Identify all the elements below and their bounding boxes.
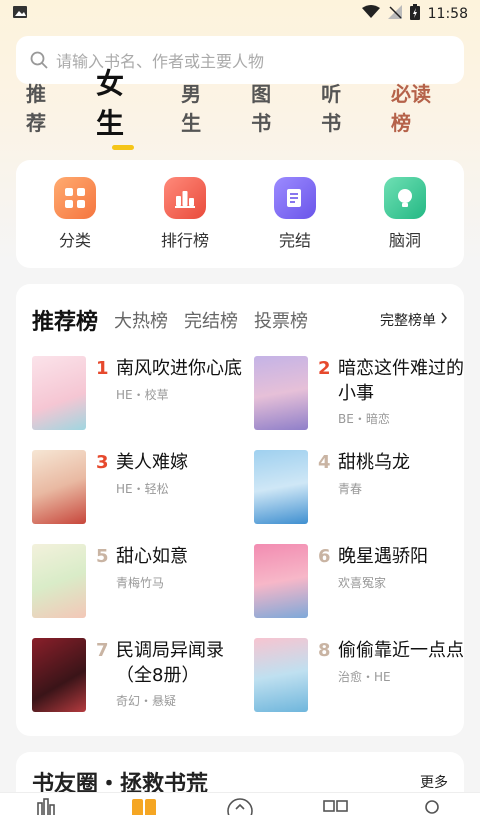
full-ranking-label: 完整榜单 xyxy=(380,313,436,329)
quick-brainstorm-label: 脑洞 xyxy=(388,231,421,250)
rank-tab-vote[interactable]: 投票榜 xyxy=(254,307,308,333)
quick-ranking-label: 排行榜 xyxy=(160,231,209,250)
discover-icon xyxy=(227,797,253,815)
book-tags: 青梅竹马 xyxy=(116,576,165,590)
nav-discover[interactable] xyxy=(225,797,255,815)
no-signal-icon xyxy=(387,5,402,23)
category-icon xyxy=(54,177,96,219)
quick-finished[interactable]: 完结 xyxy=(245,177,345,251)
book-title: 晚星遇骄阳 xyxy=(338,546,428,567)
clock: 11:58 xyxy=(427,6,468,22)
book-cover xyxy=(254,450,308,524)
ranking-card: 推荐榜 大热榜 完结榜 投票榜 完整榜单 1 南风吹进你心底 HE・校草 2 暗… xyxy=(16,284,464,736)
book-item[interactable]: 2 暗恋这件难过的小事 BE・暗恋 xyxy=(254,356,464,432)
book-tags: 欢喜冤家 xyxy=(338,576,387,590)
book-title: 甜桃乌龙 xyxy=(338,452,410,473)
tab-books[interactable]: 图书 xyxy=(251,78,289,156)
book-item[interactable]: 5 甜心如意 青梅竹马 xyxy=(32,544,254,620)
book-tags: 奇幻・悬疑 xyxy=(116,694,177,708)
book-item[interactable]: 6 晚星遇骄阳 欢喜冤家 xyxy=(254,544,454,620)
quick-ranking[interactable]: 排行榜 xyxy=(135,177,235,251)
ranking-tabs: 推荐榜 大热榜 完结榜 投票榜 完整榜单 xyxy=(32,284,448,356)
search-placeholder: 请输入书名、作者或主要人物 xyxy=(56,52,265,71)
bulb-icon xyxy=(384,177,426,219)
profile-icon xyxy=(422,797,442,815)
book-item[interactable]: 7 民调局异闻录（全8册） 奇幻・悬疑 xyxy=(32,638,254,714)
rank-number: 8 xyxy=(318,640,331,661)
battery-icon xyxy=(409,4,420,24)
book-cover xyxy=(254,544,308,618)
full-ranking-link[interactable]: 完整榜单 xyxy=(380,310,448,330)
rank-number: 3 xyxy=(96,452,109,473)
book-tags: 治愈・HE xyxy=(338,670,391,684)
quick-category[interactable]: 分类 xyxy=(25,177,125,251)
nav-profile[interactable] xyxy=(417,797,447,815)
book-title: 民调局异闻录（全8册） xyxy=(116,640,224,686)
book-title: 偷偷靠近一点点 xyxy=(338,640,464,661)
book-cover xyxy=(32,638,86,712)
book-cover xyxy=(32,544,86,618)
quick-category-label: 分类 xyxy=(58,231,91,250)
book-tags: 青春 xyxy=(338,482,363,496)
book-cover xyxy=(32,450,86,524)
tab-must-read[interactable]: 必读榜 xyxy=(391,78,448,156)
rank-number: 5 xyxy=(96,546,109,567)
book-item[interactable]: 4 甜桃乌龙 青春 xyxy=(254,450,454,526)
book-cover xyxy=(254,638,308,712)
category-tabs: 推荐 女生 男生 图书 听书 必读榜 xyxy=(26,67,480,156)
quick-entry-card: 分类 排行榜 完结 脑洞 xyxy=(16,160,464,268)
quick-finished-label: 完结 xyxy=(278,231,311,250)
search-input[interactable]: 请输入书名、作者或主要人物 xyxy=(16,36,464,84)
book-circle-more-link[interactable]: 更多 xyxy=(420,772,448,792)
rank-number: 2 xyxy=(318,358,331,379)
bottom-nav xyxy=(0,792,480,815)
book-title: 美人难嫁 xyxy=(116,452,188,473)
finished-book-icon xyxy=(274,177,316,219)
rank-number: 1 xyxy=(96,358,109,379)
book-title: 暗恋这件难过的小事 xyxy=(338,358,464,404)
book-item[interactable]: 3 美人难嫁 HE・轻松 xyxy=(32,450,254,526)
bookstore-icon xyxy=(131,797,157,815)
tab-audiobooks[interactable]: 听书 xyxy=(321,78,359,156)
tab-recommend[interactable]: 推荐 xyxy=(26,78,64,156)
book-cover xyxy=(254,356,308,430)
wifi-icon xyxy=(361,5,380,23)
book-title: 南风吹进你心底 xyxy=(116,358,242,379)
nav-bookstore[interactable] xyxy=(129,797,159,815)
rank-number: 7 xyxy=(96,640,109,661)
book-tags: HE・校草 xyxy=(116,388,169,402)
grid-icon xyxy=(323,797,349,815)
book-item[interactable]: 1 南风吹进你心底 HE・校草 xyxy=(32,356,254,432)
tab-female[interactable]: 女生 xyxy=(96,62,149,156)
ranking-icon xyxy=(164,177,206,219)
book-title: 甜心如意 xyxy=(116,546,188,567)
rank-tab-recommend[interactable]: 推荐榜 xyxy=(32,304,98,336)
rank-tab-hot[interactable]: 大热榜 xyxy=(114,307,168,333)
gallery-notification-icon xyxy=(12,5,28,23)
nav-bookshelf[interactable] xyxy=(33,797,63,815)
tab-male[interactable]: 男生 xyxy=(181,78,219,156)
rank-tab-finished[interactable]: 完结榜 xyxy=(184,307,238,333)
search-icon xyxy=(30,51,48,69)
rank-number: 6 xyxy=(318,546,331,567)
status-bar: 11:58 xyxy=(0,0,480,28)
book-item[interactable]: 8 偷偷靠近一点点 治愈・HE xyxy=(254,638,464,714)
rank-number: 4 xyxy=(318,452,331,473)
book-cover xyxy=(32,356,86,430)
bookshelf-icon xyxy=(36,797,60,815)
nav-category[interactable] xyxy=(321,797,351,815)
chevron-right-icon xyxy=(440,312,448,328)
book-list: 1 南风吹进你心底 HE・校草 2 暗恋这件难过的小事 BE・暗恋 3 美人难嫁… xyxy=(32,356,464,714)
quick-brainstorm[interactable]: 脑洞 xyxy=(355,177,455,251)
book-tags: BE・暗恋 xyxy=(338,412,390,426)
book-tags: HE・轻松 xyxy=(116,482,169,496)
